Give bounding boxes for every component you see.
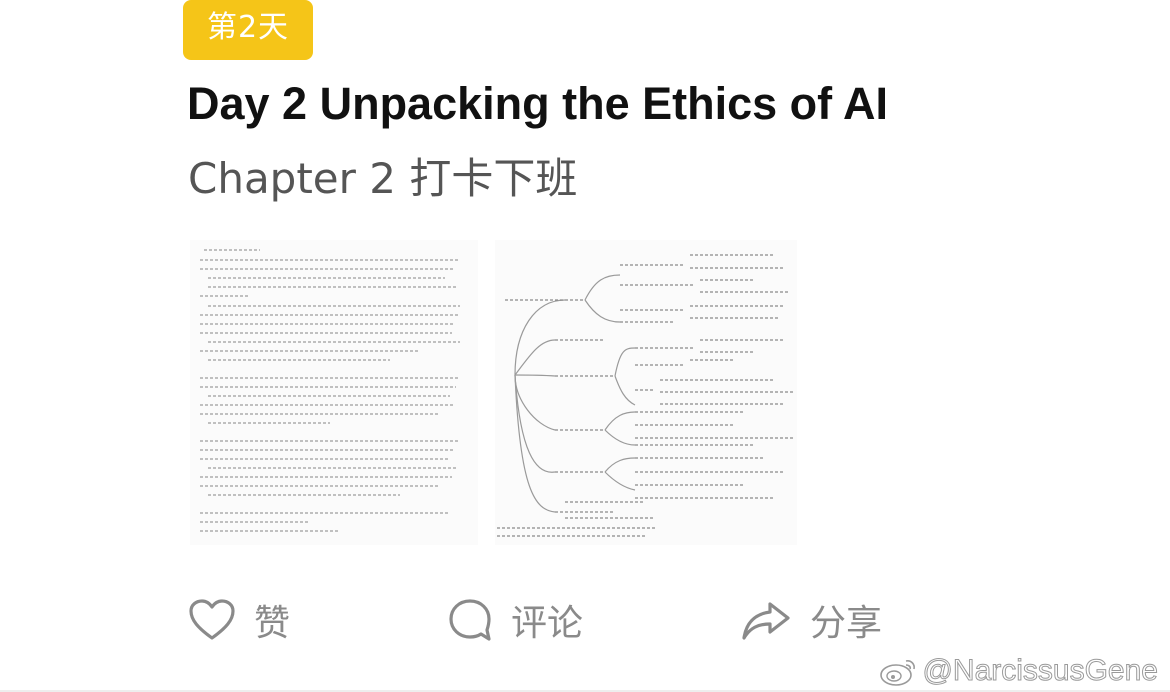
weibo-icon bbox=[880, 660, 916, 686]
comment-bubble-icon bbox=[449, 599, 491, 641]
comment-button[interactable]: 评论 bbox=[447, 590, 583, 650]
post-subtitle: Chapter 2 打卡下班 bbox=[188, 154, 578, 203]
share-label: 分享 bbox=[810, 603, 883, 644]
day-badge: 第2天 bbox=[183, 0, 313, 60]
watermark-text: @NarcissusGene bbox=[922, 654, 1159, 688]
post-title: Day 2 Unpacking the Ethics of AI bbox=[187, 78, 888, 129]
post-actions-bar: 赞 评论 分享 bbox=[0, 590, 1170, 650]
notes-image[interactable] bbox=[190, 240, 478, 545]
share-arrow-icon bbox=[742, 602, 790, 640]
heart-icon bbox=[189, 599, 235, 640]
comment-label: 评论 bbox=[511, 603, 584, 644]
share-button[interactable]: 分享 bbox=[740, 590, 882, 650]
mindmap-image-graphic bbox=[495, 240, 797, 545]
notes-image-graphic bbox=[190, 240, 478, 545]
like-label: 赞 bbox=[254, 603, 291, 644]
watermark: @NarcissusGene bbox=[878, 654, 1158, 688]
like-button[interactable]: 赞 bbox=[188, 590, 290, 650]
mindmap-image[interactable] bbox=[495, 240, 797, 545]
